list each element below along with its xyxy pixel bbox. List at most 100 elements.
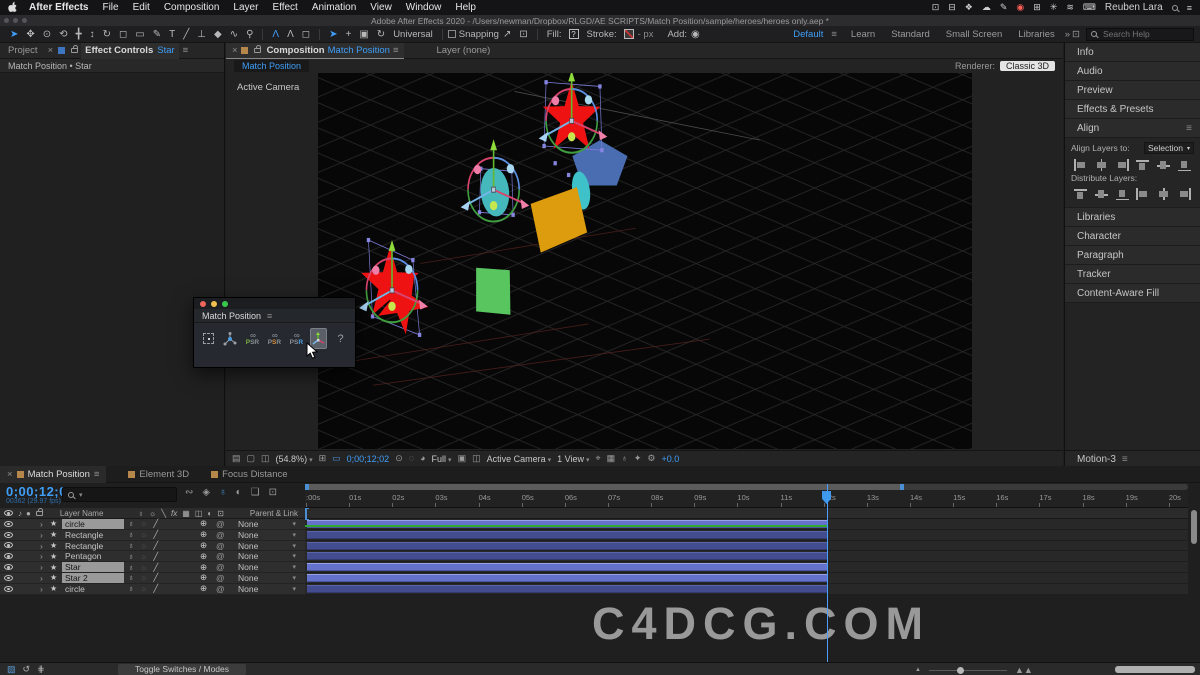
align-left-button[interactable] bbox=[1073, 159, 1088, 171]
distribute-bottom-button[interactable] bbox=[1115, 188, 1130, 200]
track-area[interactable] bbox=[305, 519, 1188, 595]
workspace-standard[interactable]: Standard bbox=[891, 29, 930, 40]
eye-icon[interactable] bbox=[4, 564, 13, 570]
panel-content-aware-fill[interactable]: Content-Aware Fill bbox=[1065, 284, 1200, 303]
type-tool[interactable]: T bbox=[165, 27, 179, 42]
pick-whip-icon[interactable] bbox=[216, 551, 234, 561]
menu-user-name[interactable]: Reuben Lara bbox=[1105, 2, 1163, 13]
exposure-gear-icon[interactable]: ⚙ bbox=[647, 453, 655, 464]
tab-composition[interactable]: × Composition Match Position ≡ bbox=[226, 43, 404, 59]
window-traffic-lights[interactable] bbox=[194, 298, 355, 309]
match-position-window[interactable]: Match Position ≡ ∞ PSR ∞ PSR ∞ PSR bbox=[193, 297, 356, 368]
position-gizmo-icon[interactable]: + bbox=[342, 27, 356, 42]
link-position-button[interactable]: ∞ PSR bbox=[244, 328, 261, 349]
hide-shy-layers-icon[interactable]: ♁ bbox=[219, 487, 227, 498]
track-row[interactable] bbox=[305, 562, 1188, 573]
menu-composition[interactable]: Composition bbox=[164, 2, 220, 13]
parent-select[interactable]: None▾ bbox=[234, 530, 300, 540]
camera-select[interactable]: Active Camera▾ bbox=[487, 454, 552, 464]
window-title-bar[interactable]: Adobe After Effects 2020 - /Users/newman… bbox=[0, 15, 1200, 26]
panel-info[interactable]: Info bbox=[1065, 43, 1200, 62]
timeline-search-field[interactable]: ▾ bbox=[62, 487, 177, 502]
renderer-button[interactable]: Classic 3D bbox=[1000, 61, 1055, 71]
workspace-overflow[interactable]: » bbox=[1065, 29, 1070, 40]
expander-icon[interactable] bbox=[40, 519, 50, 529]
spotlight-search-icon[interactable] bbox=[1172, 5, 1178, 11]
layer-switches[interactable]: ♁☼╱ bbox=[124, 573, 200, 582]
menu-layer[interactable]: Layer bbox=[233, 2, 258, 13]
stroke-width[interactable]: - px bbox=[638, 29, 654, 40]
orbit-around-tool[interactable]: Λ bbox=[268, 27, 283, 42]
3d-switch-icon[interactable] bbox=[200, 583, 216, 594]
panel-preview[interactable]: Preview bbox=[1065, 81, 1200, 100]
layer-name[interactable]: Rectangle bbox=[62, 541, 124, 551]
link-scale-button[interactable]: ∞ PSR bbox=[266, 328, 283, 349]
vertical-scrollbar[interactable] bbox=[1191, 510, 1197, 544]
tab-match-position-timeline[interactable]: × Match Position ≡ bbox=[0, 466, 106, 483]
workspace-menu-icon[interactable]: ≡ bbox=[831, 29, 837, 40]
layer-duration-bar[interactable] bbox=[307, 563, 827, 571]
pick-whip-icon[interactable] bbox=[216, 584, 234, 594]
brush-tool[interactable]: ╱ bbox=[179, 27, 193, 42]
layer-name[interactable]: circle bbox=[62, 519, 124, 529]
track-row[interactable] bbox=[305, 584, 1188, 595]
hand-tool[interactable]: ✥ bbox=[22, 27, 38, 42]
expander-icon[interactable] bbox=[40, 530, 50, 540]
3d-switch-icon[interactable] bbox=[200, 540, 216, 551]
rectangle-tool[interactable]: ▭ bbox=[131, 27, 148, 42]
refresh-icon[interactable]: ↺ bbox=[23, 664, 31, 675]
universal-gizmo-icon[interactable]: ➤ bbox=[325, 27, 341, 42]
magnification-select[interactable]: (54.8%)▾ bbox=[276, 454, 313, 464]
min-max-icon[interactable]: ▤ bbox=[232, 453, 241, 464]
layer-name[interactable]: Rectangle bbox=[62, 530, 124, 540]
exposure-value[interactable]: +0.0 bbox=[661, 454, 679, 464]
layer-row[interactable]: Star ♁☼╱ None▾ bbox=[0, 562, 305, 573]
switches-icon[interactable]: ⋕ bbox=[37, 664, 45, 675]
rotation-gizmo-icon[interactable]: ↻ bbox=[373, 27, 389, 42]
eye-icon[interactable] bbox=[4, 542, 13, 548]
lock-icon[interactable] bbox=[254, 48, 261, 53]
eye-icon[interactable] bbox=[4, 553, 13, 559]
eye-icon[interactable] bbox=[4, 575, 13, 581]
track-row[interactable] bbox=[305, 530, 1188, 541]
panel-audio[interactable]: Audio bbox=[1065, 62, 1200, 81]
dolly-towards-tool[interactable]: ◻ bbox=[298, 27, 314, 42]
expander-icon[interactable] bbox=[40, 584, 50, 594]
pen-icon[interactable]: ✎ bbox=[1000, 2, 1008, 13]
orbit-camera-tool[interactable]: ⟲ bbox=[55, 27, 71, 42]
comp-timecode[interactable]: 0;00;12;02 bbox=[347, 454, 390, 464]
screen-icon[interactable]: ▢ bbox=[247, 453, 256, 464]
apple-icon[interactable] bbox=[8, 1, 17, 15]
parent-select[interactable]: None▾ bbox=[234, 562, 300, 572]
layer-switches[interactable]: ♁☼╱ bbox=[124, 541, 200, 550]
pick-whip-icon[interactable] bbox=[216, 519, 234, 529]
viewer-tab-match-position[interactable]: Match Position bbox=[234, 60, 309, 72]
tab-layer[interactable]: Layer (none) bbox=[428, 43, 498, 59]
snapping-checkbox[interactable] bbox=[448, 30, 456, 38]
dual-view-icon[interactable]: ◫ bbox=[261, 453, 270, 464]
fill-swatch[interactable]: ? bbox=[569, 29, 579, 39]
parent-select[interactable]: None▾ bbox=[234, 573, 300, 583]
zoom-slider-knob[interactable] bbox=[957, 667, 964, 674]
help-search-field[interactable] bbox=[1086, 28, 1194, 41]
track-row[interactable] bbox=[305, 541, 1188, 552]
eye-icon[interactable] bbox=[4, 521, 13, 527]
eye-icon[interactable] bbox=[4, 532, 13, 538]
parent-select[interactable]: None▾ bbox=[234, 584, 300, 594]
comp-mini-flowchart-icon[interactable]: ∾ bbox=[185, 487, 193, 498]
layer-name[interactable]: circle bbox=[62, 584, 124, 594]
toggle-switches-modes-button[interactable]: Toggle Switches / Modes bbox=[118, 664, 246, 675]
pick-whip-icon[interactable] bbox=[216, 573, 234, 583]
layer-name[interactable]: Star bbox=[62, 562, 124, 572]
display-video-icon[interactable]: ⊡ bbox=[932, 2, 940, 13]
resolution-select[interactable]: Full▾ bbox=[432, 454, 452, 464]
3d-switch-icon[interactable] bbox=[200, 551, 216, 562]
align-bottom-button[interactable] bbox=[1177, 159, 1192, 171]
panel-tracker[interactable]: Tracker bbox=[1065, 265, 1200, 284]
layer-switches[interactable]: ♁☼╱ bbox=[124, 519, 200, 528]
layer-duration-bar[interactable] bbox=[307, 542, 827, 550]
playhead-line[interactable] bbox=[827, 484, 828, 662]
menu-edit[interactable]: Edit bbox=[133, 2, 150, 13]
parent-select[interactable]: None▾ bbox=[234, 541, 300, 551]
frame-blending-icon[interactable]: ◐ bbox=[236, 487, 242, 498]
